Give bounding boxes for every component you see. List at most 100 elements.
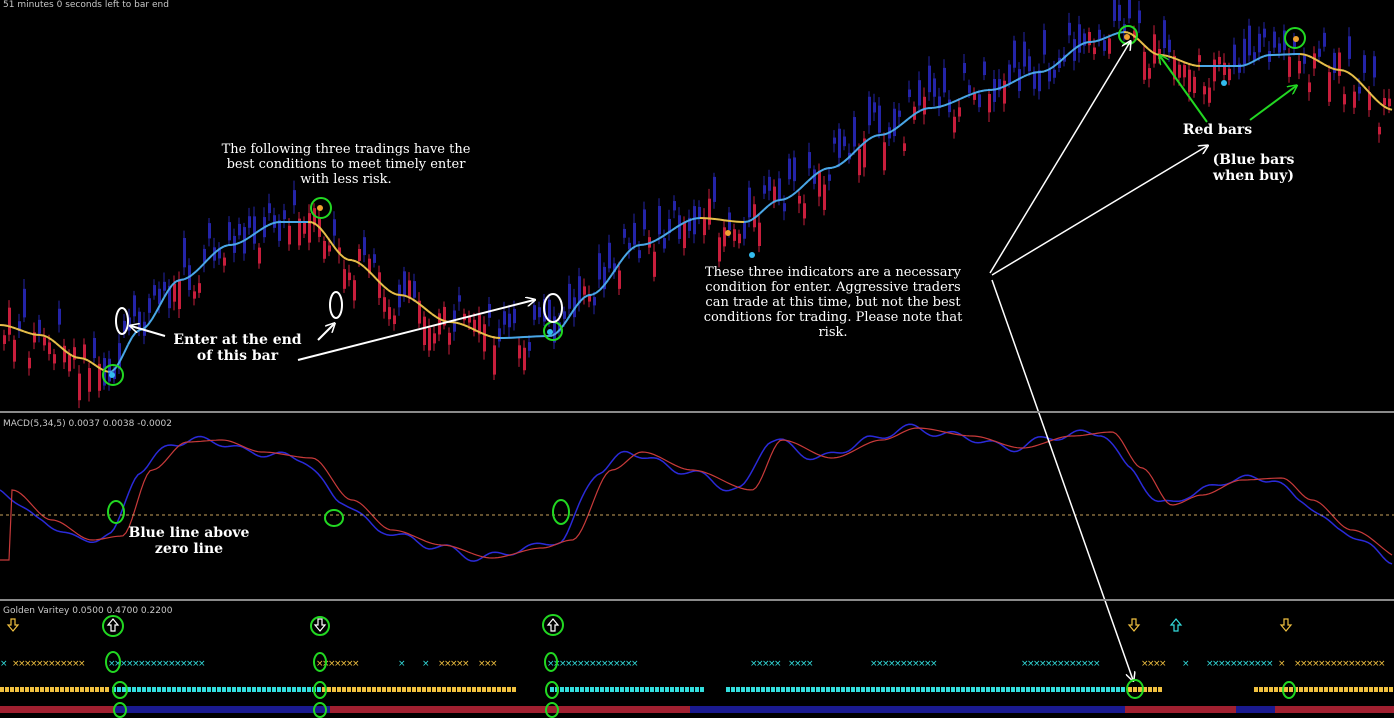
square-marker — [1011, 687, 1015, 692]
bar-body — [448, 332, 451, 345]
ma-segment — [935, 105, 941, 109]
ma-segment — [1155, 53, 1161, 56]
bar-body — [548, 299, 551, 320]
square-marker — [981, 687, 985, 692]
ma-segment — [871, 134, 877, 139]
ma-segment — [1103, 35, 1109, 40]
ma-segment — [791, 191, 797, 197]
bar-body — [1138, 10, 1141, 24]
square-marker — [891, 687, 895, 692]
ma-segment — [1051, 63, 1057, 69]
bar-body — [83, 344, 86, 359]
histogram-bar — [115, 706, 330, 713]
square-marker — [392, 687, 396, 692]
ma-segment — [1371, 94, 1377, 101]
square-marker — [811, 687, 815, 692]
ma-segment — [771, 199, 777, 204]
square-marker — [137, 687, 141, 692]
ma-segment — [235, 241, 241, 246]
square-marker — [20, 687, 24, 692]
bar-body — [723, 227, 726, 247]
ma-segment — [491, 335, 497, 339]
ma-segment — [387, 289, 393, 294]
square-marker — [152, 687, 156, 692]
square-marker — [1138, 687, 1142, 692]
bar-body — [108, 358, 111, 382]
square-marker — [132, 687, 136, 692]
panel-separator[interactable] — [0, 411, 1394, 413]
square-marker — [302, 687, 306, 692]
ma-segment — [635, 244, 641, 247]
x-marker-icon: × — [1378, 659, 1386, 669]
x-marker-icon: × — [774, 659, 782, 669]
histogram-bar — [0, 706, 115, 713]
ma-segment — [27, 331, 33, 335]
square-marker — [502, 687, 506, 692]
bar-body — [753, 204, 756, 228]
ma-segment — [1383, 105, 1389, 110]
square-marker — [936, 687, 940, 692]
ma-segment — [1347, 71, 1353, 76]
square-marker — [801, 687, 805, 692]
square-marker — [876, 687, 880, 692]
bar-body — [683, 222, 686, 249]
ma-segment — [151, 311, 157, 320]
square-marker — [761, 687, 765, 692]
bar-body — [708, 198, 711, 225]
square-marker — [10, 687, 14, 692]
ma-segment — [1351, 74, 1357, 80]
bar-body — [1288, 56, 1291, 77]
ma-segment — [991, 88, 997, 91]
square-marker — [512, 687, 516, 692]
bar-body — [388, 307, 391, 320]
bar-body — [748, 187, 751, 218]
ma-segment — [231, 243, 237, 246]
square-marker — [95, 687, 99, 692]
bar-body — [303, 221, 306, 234]
bar-body — [198, 283, 201, 293]
square-marker — [976, 687, 980, 692]
square-marker — [821, 687, 825, 692]
bar-body — [1143, 51, 1146, 80]
square-marker — [881, 687, 885, 692]
ma-segment — [1027, 72, 1033, 76]
panel-separator[interactable] — [0, 599, 1394, 601]
square-marker — [640, 687, 644, 692]
ma-segment — [431, 313, 437, 318]
ma-segment — [359, 262, 365, 268]
square-marker — [851, 687, 855, 692]
square-marker — [227, 687, 231, 692]
square-marker — [921, 687, 925, 692]
bar-body — [413, 281, 416, 298]
arrow-down-icon — [1127, 618, 1141, 632]
ma-segment — [15, 327, 21, 331]
ma-segment — [591, 292, 597, 296]
ma-segment — [631, 245, 637, 250]
bar-body — [428, 327, 431, 351]
arrow-down-icon — [1279, 618, 1293, 632]
square-marker — [625, 687, 629, 692]
bar-body — [608, 242, 611, 269]
bar-body — [1378, 126, 1381, 135]
ma-segment — [1163, 54, 1169, 58]
bar-body — [38, 319, 41, 334]
bar-body — [433, 333, 436, 344]
square-marker — [207, 687, 211, 692]
bar-body — [1303, 54, 1306, 64]
bar-body — [1163, 20, 1166, 49]
x-marker-icon: × — [1159, 659, 1167, 669]
square-marker — [1031, 687, 1035, 692]
annotation-blue-line-zero: Blue line above zero line — [128, 525, 250, 557]
square-marker — [896, 687, 900, 692]
bar-body — [898, 110, 901, 117]
square-marker — [941, 687, 945, 692]
x-marker-icon: × — [806, 659, 814, 669]
square-marker — [472, 687, 476, 692]
bar-body — [423, 316, 426, 345]
square-marker — [1364, 687, 1368, 692]
square-marker — [362, 687, 366, 692]
x-marker-icon: × — [422, 659, 430, 669]
bar-body — [903, 143, 906, 151]
x-marker-icon: × — [490, 659, 498, 669]
ma-segment — [1031, 71, 1037, 75]
